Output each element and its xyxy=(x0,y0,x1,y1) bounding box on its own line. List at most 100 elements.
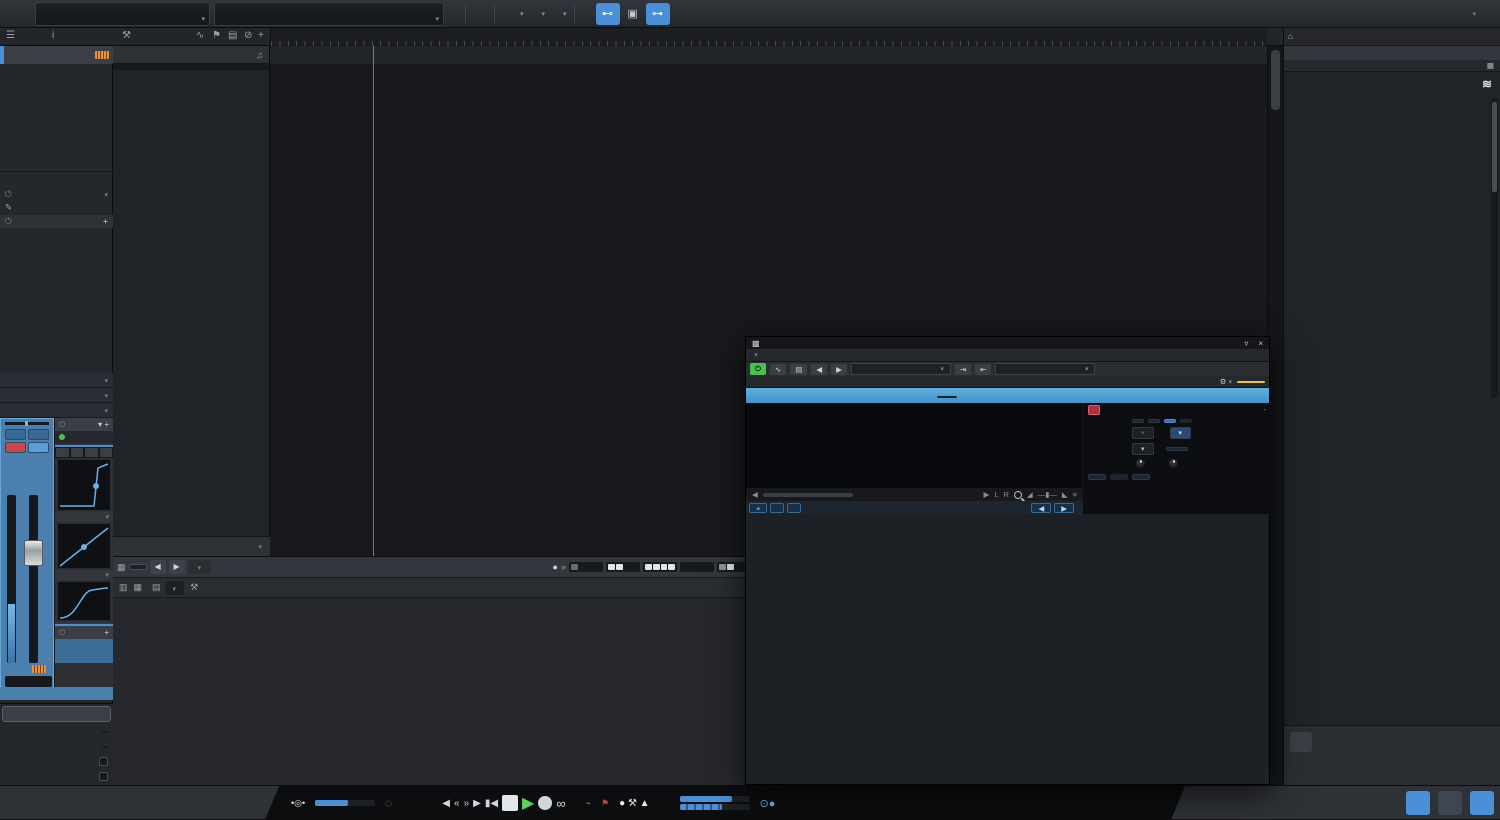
variation-select[interactable]: ▾ xyxy=(188,560,212,574)
forward-button[interactable]: » xyxy=(464,798,470,809)
pin-icon[interactable]: ▿ xyxy=(1244,339,1248,348)
right-marker-icon[interactable]: R xyxy=(1003,490,1008,499)
file-icon[interactable]: ▤ xyxy=(152,582,161,593)
add-sample-button[interactable]: + xyxy=(749,503,767,513)
trigger-normal-button[interactable] xyxy=(1164,419,1176,423)
vendor-header[interactable]: ≋ xyxy=(1284,72,1500,96)
event-end-value[interactable] xyxy=(102,746,108,748)
add-insert-icon[interactable]: ▾ + xyxy=(98,420,109,429)
zoom-scrollbar[interactable] xyxy=(763,493,853,497)
play-sample-icon[interactable]: ▶ xyxy=(984,490,990,499)
power-icon[interactable]: ⏻ xyxy=(59,628,65,637)
paste-button[interactable] xyxy=(801,381,817,383)
quantize-select[interactable]: ▾ xyxy=(514,8,524,20)
all-notes-off-button[interactable] xyxy=(1088,474,1106,480)
next-sample-button[interactable]: ▶ xyxy=(1054,503,1074,513)
limiter-graph[interactable] xyxy=(57,581,111,621)
edit-automation-icon[interactable]: ✎ xyxy=(5,202,12,213)
insert-slot-fat-channel[interactable] xyxy=(55,431,113,443)
edit-sample-button[interactable] xyxy=(1110,474,1128,480)
record-button[interactable] xyxy=(538,796,552,810)
mix-view-button[interactable] xyxy=(1438,791,1462,815)
snap-toggle-icon[interactable]: ⊷ xyxy=(596,3,620,25)
trigger-toggle-button[interactable] xyxy=(1180,419,1192,423)
record-arm-button[interactable] xyxy=(5,442,26,453)
event-name[interactable] xyxy=(2,706,111,722)
fader-cap[interactable] xyxy=(24,540,43,566)
play-button[interactable]: ▶ xyxy=(522,793,534,813)
volume-fader[interactable] xyxy=(7,495,49,663)
info-icon[interactable]: i xyxy=(52,30,54,41)
left-marker-icon[interactable]: L xyxy=(994,490,998,499)
grid-view-icon[interactable]: ▦ xyxy=(134,582,143,593)
list-icon[interactable]: ≡ xyxy=(1073,490,1077,499)
eq-graph[interactable] xyxy=(57,459,111,511)
instrument-keyboard-icon[interactable] xyxy=(32,665,46,673)
sample-waveform-display[interactable] xyxy=(746,403,1083,488)
auto-mode-button[interactable] xyxy=(750,381,766,383)
time-lock-checkbox[interactable] xyxy=(99,757,108,766)
home-icon[interactable]: ⌂ xyxy=(1288,32,1293,41)
quantize-select[interactable]: ▾ xyxy=(1132,443,1154,455)
next-bar-button[interactable]: ▶ xyxy=(473,798,481,809)
mute-button[interactable] xyxy=(5,429,26,440)
disable-icon[interactable]: ⊘ xyxy=(244,30,252,41)
scrollbar-thumb[interactable] xyxy=(1271,50,1280,110)
gain-slider-icon[interactable]: —▮— xyxy=(1038,490,1057,499)
instrument-keyboard-icon[interactable] xyxy=(95,51,109,59)
track-height-select[interactable]: ▾ xyxy=(258,542,262,551)
tab-gate[interactable] xyxy=(55,447,70,458)
autoscroll-toggle-icon[interactable]: ⊶ xyxy=(646,3,670,25)
compare-button[interactable] xyxy=(767,381,783,383)
choke-select[interactable]: ▾ xyxy=(1170,427,1192,439)
normalize-button[interactable] xyxy=(787,503,801,513)
breadcrumb[interactable]: ▦ xyxy=(1284,60,1500,72)
wrench-icon[interactable]: ⚒ xyxy=(122,30,131,41)
reset-button[interactable] xyxy=(1132,474,1150,480)
prev-sample-button[interactable]: ◀ xyxy=(1031,503,1051,513)
preset-select[interactable]: ▾ xyxy=(851,363,951,375)
power-icon[interactable]: ⏻ xyxy=(59,420,65,429)
marker-icon[interactable]: ⚑ xyxy=(212,30,221,41)
follow-tempo-button[interactable] xyxy=(1166,447,1188,451)
edit-lock-checkbox[interactable] xyxy=(99,772,108,781)
tab-eq[interactable] xyxy=(84,447,99,458)
zoom-out-icon[interactable]: ◀ xyxy=(752,490,758,499)
tab-limit[interactable] xyxy=(99,447,114,458)
browser-scrollbar[interactable] xyxy=(1491,98,1498,398)
power-icon[interactable]: ⏻ xyxy=(5,216,12,226)
pad-color-swatch[interactable] xyxy=(1088,405,1100,415)
prev-variation-button[interactable]: ◀ xyxy=(150,560,166,574)
tab-comp[interactable] xyxy=(70,447,85,458)
close-icon[interactable]: × xyxy=(1258,339,1263,348)
monitor-button[interactable] xyxy=(28,442,49,453)
insert-after-icon[interactable]: ⇤ xyxy=(975,364,991,375)
power-icon[interactable]: ⏻ xyxy=(5,189,12,199)
arranger-track-header[interactable]: ♫ xyxy=(113,46,269,64)
comp-graph[interactable] xyxy=(57,523,111,569)
automation-icon[interactable]: ∿ xyxy=(770,364,786,375)
layer-mode-select[interactable]: ▾ xyxy=(1132,427,1154,439)
pattern-instrument-select[interactable]: ▾ xyxy=(165,581,185,595)
scrollbar-thumb[interactable] xyxy=(1492,102,1497,192)
loop-button[interactable]: ∞ xyxy=(556,796,565,811)
prev-preset-button[interactable]: ◀ xyxy=(811,364,827,375)
automation-parameter-box[interactable]: ▾ xyxy=(35,2,210,26)
fade-out-icon[interactable]: ◣ xyxy=(1062,490,1068,499)
timebase-select[interactable]: ▾ xyxy=(536,8,546,20)
trigger-one-shot-button[interactable] xyxy=(1132,419,1144,423)
input-select[interactable]: ▾ xyxy=(0,388,113,403)
automation-parameter-row[interactable]: ⏻ ▾ xyxy=(0,188,113,202)
song-page-button[interactable]: ▾ xyxy=(1472,8,1476,19)
instrument-instance-select[interactable]: ▾ xyxy=(746,349,1269,362)
pad-focus-button[interactable] xyxy=(937,396,957,398)
reverse-button[interactable] xyxy=(770,503,784,513)
preset-file-icon[interactable]: ▤ xyxy=(790,364,807,375)
punch-icon[interactable]: ⌁ xyxy=(586,798,591,809)
layers-icon[interactable]: ▤ xyxy=(228,30,237,41)
subpreset-select[interactable]: ▾ xyxy=(995,363,1095,375)
channel-select[interactable]: ▾ xyxy=(0,403,113,418)
automation-mode-button[interactable] xyxy=(5,676,52,687)
pattern-name[interactable] xyxy=(129,564,147,570)
copy-button[interactable] xyxy=(784,381,800,383)
